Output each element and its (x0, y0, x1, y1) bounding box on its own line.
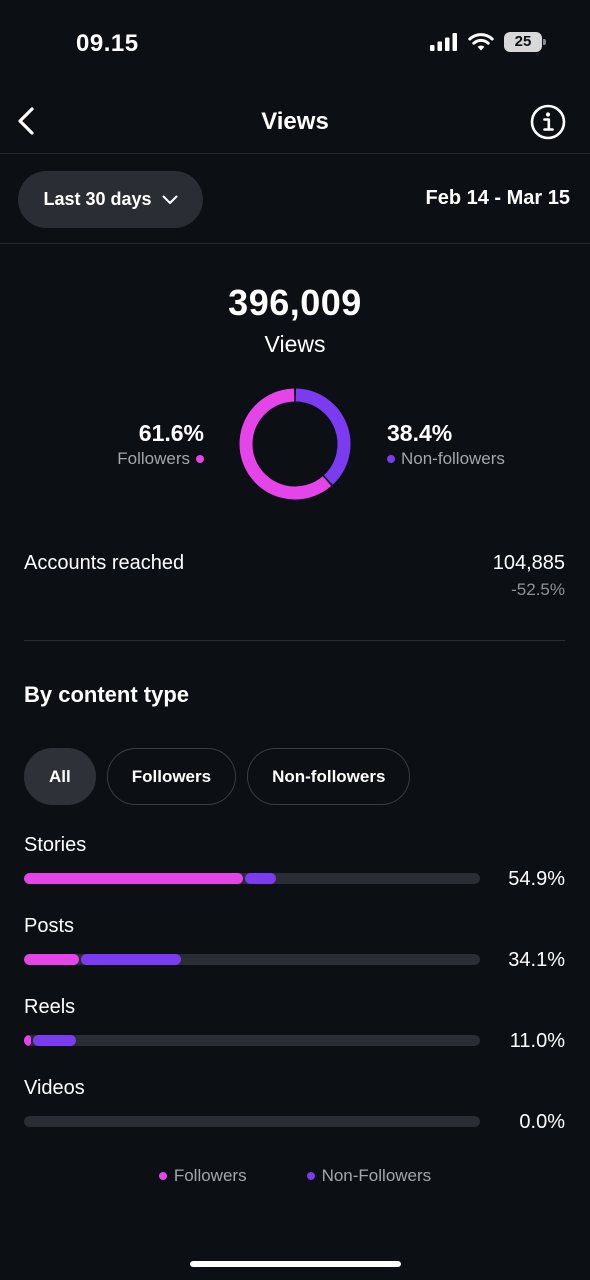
home-indicator[interactable] (190, 1261, 401, 1267)
accounts-reached-label: Accounts reached (24, 552, 185, 574)
legend-label: Followers (173, 1166, 247, 1185)
nonfollowers-dot-icon (387, 455, 395, 463)
accounts-reached-change: -52.5% (511, 580, 565, 599)
content-row-label: Reels (24, 996, 76, 1018)
tab-all[interactable]: All (24, 748, 96, 805)
content-row-percent: 11.0% (509, 1030, 565, 1052)
content-row-videos: Videos 0.0% (24, 1077, 565, 1137)
bar-segment-nonfollowers (80, 954, 182, 965)
chevron-down-icon (162, 195, 178, 204)
legend-item-followers: Followers (158, 1166, 247, 1186)
content-row-percent: 0.0% (519, 1111, 565, 1133)
bar-segment-followers (24, 873, 243, 884)
content-row-percent: 34.1% (508, 949, 565, 971)
content-bar-track (24, 1035, 480, 1046)
bar-segment-followers (24, 1035, 31, 1046)
date-range-dropdown[interactable]: Last 30 days (18, 171, 203, 228)
chart-legend: Followers Non-Followers (0, 1166, 590, 1186)
filter-row: Last 30 days Feb 14 - Mar 15 (0, 155, 590, 244)
tab-followers[interactable]: Followers (106, 748, 237, 805)
nonfollowers-dot-icon (306, 1172, 315, 1180)
date-range-dropdown-label: Last 30 days (43, 189, 152, 209)
content-row-label: Videos (24, 1077, 85, 1099)
tab-non-followers[interactable]: Non-followers (247, 748, 411, 805)
donut-segment-followers (239, 388, 332, 500)
content-bar-track (24, 1116, 480, 1127)
wifi-icon (468, 33, 494, 51)
legend-label: Non-Followers (321, 1166, 432, 1185)
views-donut-chart (239, 388, 351, 500)
accounts-reached-value: 104,885 (492, 552, 565, 574)
audience-filter-tabs: All Followers Non-followers (24, 748, 411, 805)
nonfollowers-share: 38.4% Non-followers (387, 420, 505, 469)
content-row-posts: Posts 34.1% (24, 915, 565, 975)
info-circle-icon[interactable] (530, 104, 566, 140)
content-row-stories: Stories 54.9% (24, 834, 565, 894)
content-row-percent: 54.9% (508, 868, 565, 890)
nav-bar: Views (0, 92, 590, 154)
battery-icon: 25 (504, 32, 546, 52)
accounts-reached-row[interactable]: Accounts reached 104,885 -52.5% (24, 552, 565, 612)
page-title: Views (261, 108, 329, 135)
status-icons: 25 (430, 32, 546, 52)
bar-segment-nonfollowers (32, 1035, 77, 1046)
followers-dot-icon (158, 1172, 167, 1180)
status-bar: 09.15 25 (0, 0, 590, 88)
followers-share-label: Followers (117, 449, 190, 468)
cellular-signal-icon (430, 33, 457, 51)
total-views-value: 396,009 (228, 282, 362, 323)
content-bar-track (24, 954, 480, 965)
date-range-text: Feb 14 - Mar 15 (425, 187, 570, 209)
followers-dot-icon (196, 455, 204, 463)
content-row-reels: Reels 11.0% (24, 996, 565, 1056)
bar-segment-followers (24, 954, 79, 965)
divider (24, 640, 565, 641)
total-views-label: Views (264, 331, 326, 357)
content-bar-track (24, 873, 480, 884)
section-title: By content type (24, 682, 190, 707)
status-time: 09.15 (76, 30, 139, 57)
nonfollowers-share-value: 38.4% (387, 420, 453, 446)
nonfollowers-share-label: Non-followers (401, 449, 505, 468)
donut-segment-nonfollowers (295, 388, 351, 485)
legend-item-nonfollowers: Non-Followers (306, 1166, 432, 1186)
content-row-label: Posts (24, 915, 75, 937)
content-row-label: Stories (24, 834, 87, 856)
bar-segment-nonfollowers (244, 873, 277, 884)
followers-share: 61.6% Followers (117, 420, 204, 469)
followers-share-value: 61.6% (138, 420, 204, 446)
